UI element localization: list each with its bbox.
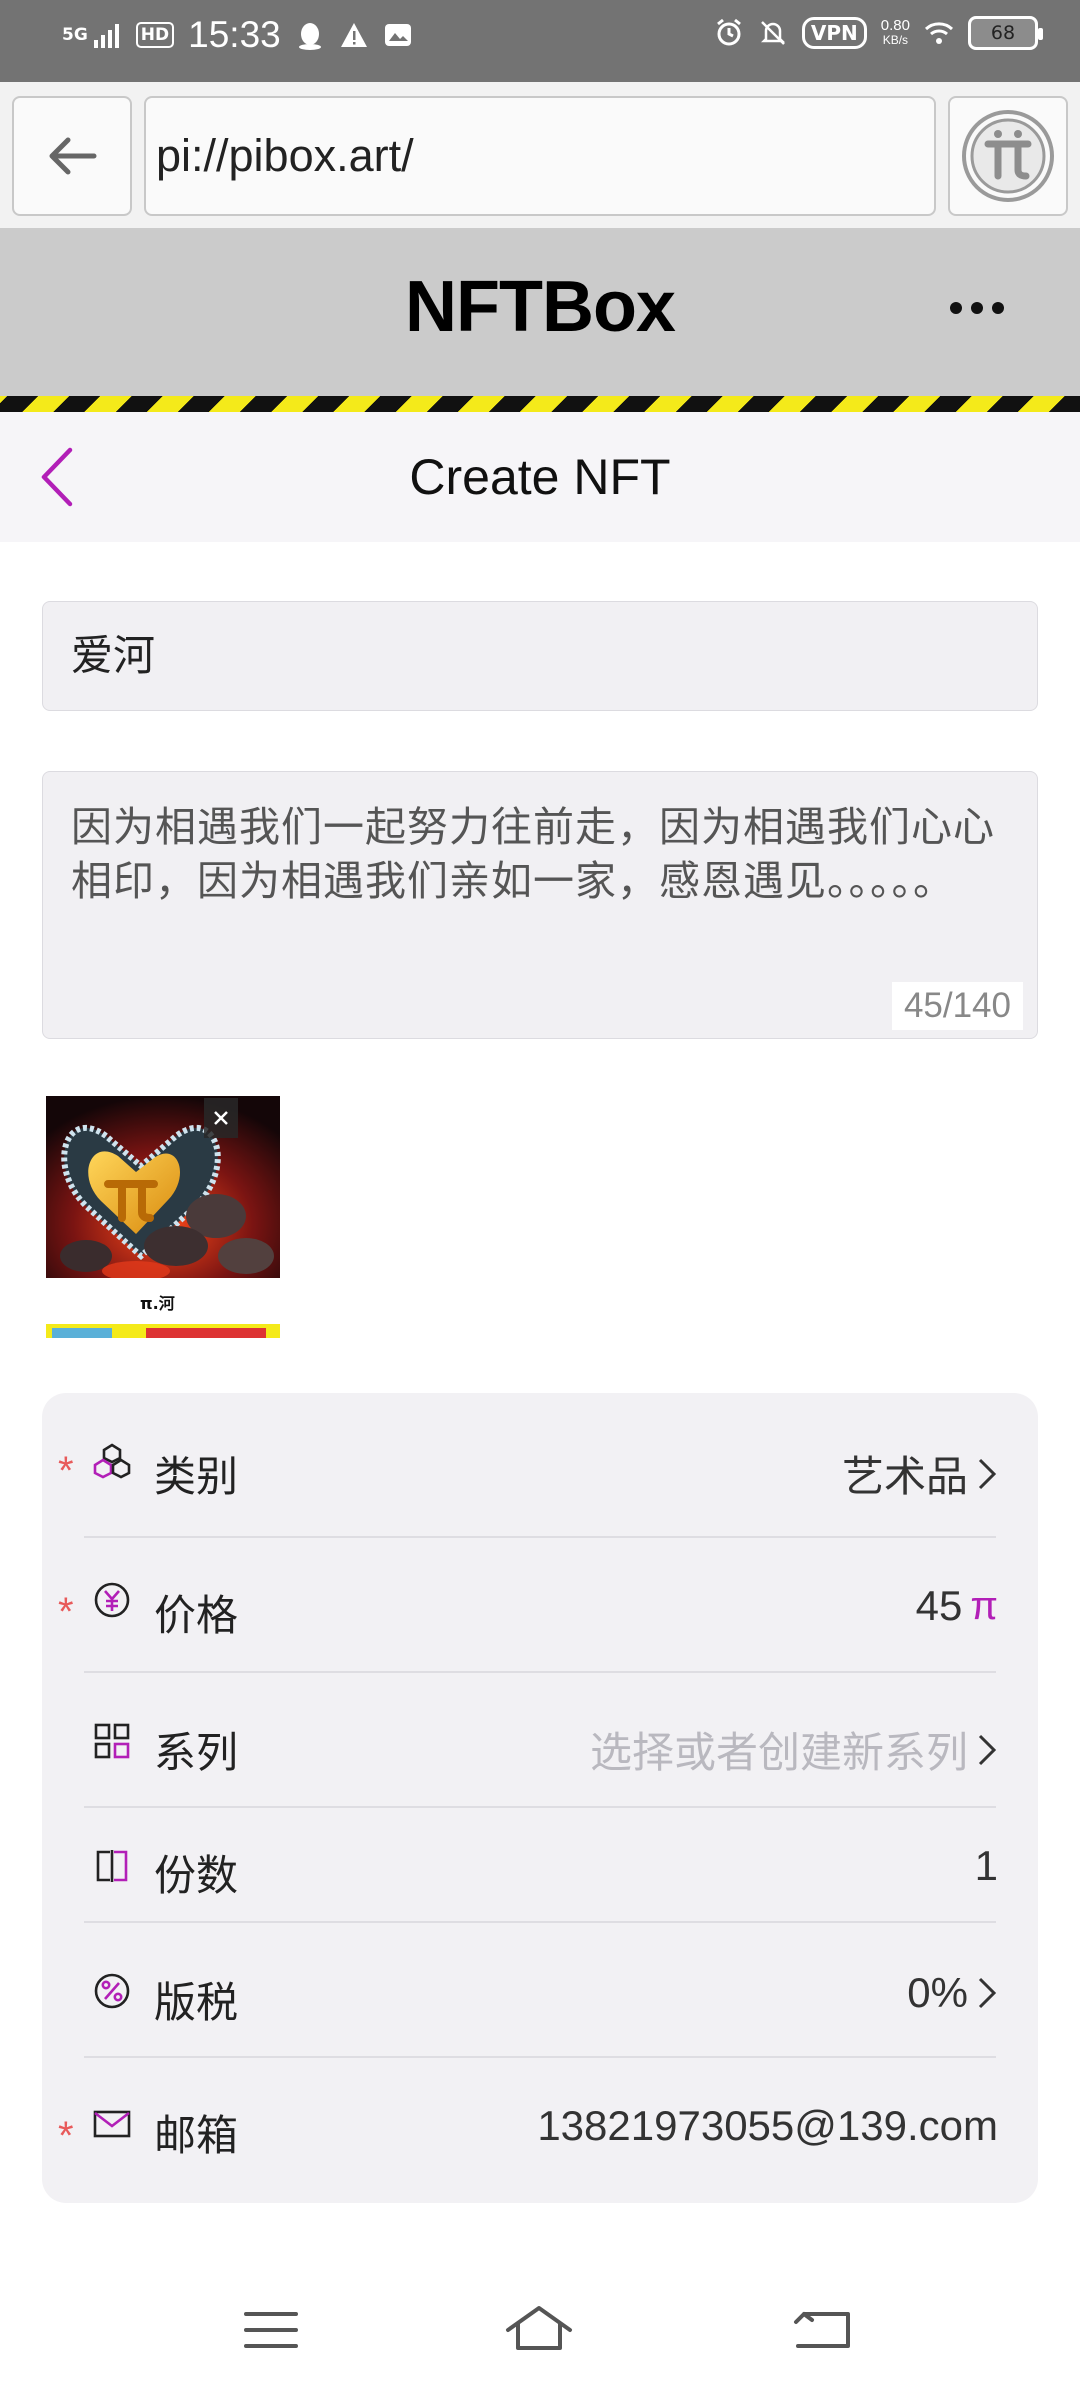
browser-address-bar: pi://pibox.art/ [0,82,1080,228]
more-dot-icon [971,302,983,314]
page-nav-bar: Create NFT [0,412,1080,542]
menu-icon[interactable] [236,2300,306,2360]
chevron-right-icon [978,1977,997,2009]
price-amount: 45 [915,1582,963,1629]
image-caption: π.河 [140,1294,175,1313]
remove-image-button[interactable] [204,1098,238,1138]
home-icon[interactable] [504,2300,574,2360]
price-value[interactable]: 45 π [916,1582,998,1630]
category-selected: 艺术品 [841,1452,968,1501]
category-value: 艺术品 [842,1443,998,1504]
more-dot-icon [950,302,962,314]
collection-value: 选择或者创建新系列 [590,1719,998,1780]
email-row[interactable]: * 邮箱 13821973055@139.com [42,2058,1038,2193]
royalty-percent: 0% [907,1969,968,2016]
price-row[interactable]: * 价格 45 π [42,1538,1038,1671]
copies-value[interactable]: 1 [975,1842,998,1890]
mute-bell-icon [760,21,785,45]
wifi-icon [924,22,954,44]
back-icon[interactable] [790,2300,860,2360]
mail-icon [93,2110,131,2138]
pi-unit: π [970,1583,998,1628]
copies-label: 份数 [154,1851,239,1900]
hazard-stripe-divider [0,396,1080,412]
pi-browser-button[interactable] [948,96,1068,216]
chevron-right-icon [978,1458,997,1489]
nft-name-input[interactable]: 爱河 [42,601,1038,711]
nft-settings-card: * 类别 艺术品 * 价格 45 π 系列 选择或者创建新系列 份数 1 版税 … [42,1393,1038,2203]
arrow-left-icon [49,137,97,175]
email-address: 13821973055@139.com [537,2102,998,2149]
category-icon [93,1443,131,1479]
price-icon [94,1582,130,1618]
required-marker: * [58,2114,74,2158]
price-label: 价格 [154,1591,239,1640]
required-marker: * [58,1590,74,1634]
copies-row[interactable]: 份数 1 [42,1808,1038,1921]
qq-icon [298,23,321,50]
app-title: NFTBox [405,267,676,347]
page-title: Create NFT [409,449,671,505]
browser-back-button[interactable] [12,96,132,216]
collection-label: 系列 [154,1728,239,1777]
signal-icon [93,24,119,48]
hd-badge: HD [135,22,175,48]
url-field[interactable]: pi://pibox.art/ [144,96,936,216]
system-navigation-bar [0,2260,1080,2400]
royalty-value: 0% [907,1969,998,2017]
character-counter: 45/140 [891,982,1023,1030]
collection-row[interactable]: 系列 选择或者创建新系列 [42,1673,1038,1806]
collection-icon [94,1723,130,1759]
battery-icon: 68 [968,16,1043,50]
copies-icon [96,1850,128,1882]
close-icon [214,1111,228,1125]
vpn-badge: VPN [801,17,867,49]
network-label: 5G [62,24,88,45]
warning-icon [340,23,367,47]
category-label: 类别 [154,1452,239,1501]
pi-logo-icon [962,110,1054,202]
network-speed: 0.80 KB/s [881,18,910,48]
copies-count: 1 [974,1842,998,1889]
chevron-right-icon [978,1734,997,1765]
description-text: 因为相遇我们一起努力往前走，因为相遇我们心心相印，因为相遇我们亲如一家，感恩遇见… [71,803,995,905]
clock: 15:33 [188,14,281,55]
royalty-icon [94,1973,130,2009]
gallery-icon [384,24,411,46]
app-header: NFTBox [0,228,1080,396]
alarm-icon [716,18,741,46]
status-bar: 5G HD 15:33 VPN 0.80 KB/s 68 [0,0,1080,82]
speed-unit: KB/s [882,33,909,47]
nft-description-textarea[interactable]: 因为相遇我们一起努力往前走，因为相遇我们心心相印，因为相遇我们亲如一家，感恩遇见… [42,771,1038,1039]
email-value[interactable]: 13821973055@139.com [537,2102,998,2150]
email-label: 邮箱 [154,2111,239,2160]
royalty-row[interactable]: 版税 0% [42,1923,1038,2056]
category-row[interactable]: * 类别 艺术品 [42,1393,1038,1528]
collection-placeholder: 选择或者创建新系列 [589,1728,968,1777]
royalty-label: 版税 [154,1978,239,2027]
more-dot-icon [992,302,1004,314]
speed-value: 0.80 [880,17,910,34]
required-marker: * [58,1449,74,1493]
more-menu-button[interactable] [950,298,1010,318]
